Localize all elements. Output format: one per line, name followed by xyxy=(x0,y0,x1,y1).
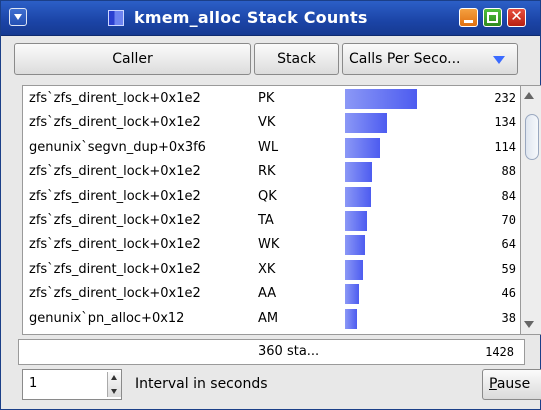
row-caller: zfs`zfs_dirent_lock+0x1e2 xyxy=(29,164,201,180)
row-count-bar xyxy=(345,113,387,134)
table-row[interactable]: zfs`zfs_dirent_lock+0x1e2 QK 84 xyxy=(23,185,520,208)
row-count-bar xyxy=(345,259,364,280)
row-count: 134 xyxy=(494,115,516,130)
total-stacks: 360 sta... xyxy=(258,344,320,359)
total-calls: 1428 xyxy=(485,345,514,359)
stack-count-list[interactable]: zfs`zfs_dirent_lock+0x1e2 PK 232 zfs`zfs_di… xyxy=(22,85,521,335)
spin-up-icon[interactable] xyxy=(111,375,117,380)
pause-mnemonic: P xyxy=(489,376,497,392)
column-header-calls-per-second[interactable]: Calls Per Seco... xyxy=(342,43,518,75)
row-caller: zfs`zfs_dirent_lock+0x1e2 xyxy=(29,188,201,204)
app-icon xyxy=(108,10,124,26)
scrollbar-thumb[interactable] xyxy=(525,114,539,160)
row-count: 232 xyxy=(494,91,516,105)
scroll-up-icon[interactable] xyxy=(524,92,534,99)
minimize-icon[interactable] xyxy=(459,8,478,27)
row-caller: zfs`zfs_dirent_lock+0x1e2 xyxy=(29,91,201,106)
row-caller: zfs`zfs_dirent_lock+0x1e2 xyxy=(29,115,201,131)
spin-buttons[interactable] xyxy=(107,372,121,397)
row-stack: PK xyxy=(258,91,275,106)
column-header-calls-label: Calls Per Seco... xyxy=(349,51,461,67)
table-row[interactable]: zfs`zfs_dirent_lock+0x1e2 TA 70 xyxy=(23,209,520,232)
row-caller: zfs`zfs_dirent_lock+0x1e2 xyxy=(29,213,201,228)
row-caller: zfs`zfs_dirent_lock+0x1e2 xyxy=(29,286,201,302)
row-count: 59 xyxy=(501,261,516,276)
table-row[interactable]: zfs`zfs_dirent_lock+0x1e2 RK 88 xyxy=(23,160,520,183)
app-window: kmem_alloc Stack Counts ✕ Caller Stack C… xyxy=(0,0,541,410)
column-header-stack[interactable]: Stack xyxy=(254,43,339,75)
row-stack: XK xyxy=(258,261,276,277)
row-caller: genunix`segvn_dup+0x3f6 xyxy=(29,139,206,155)
column-header-caller[interactable]: Caller xyxy=(14,43,251,75)
row-count-bar xyxy=(345,137,381,158)
row-count-bar xyxy=(345,284,360,305)
table-row[interactable]: zfs`zfs_dirent_lock+0x1e2 WK 64 xyxy=(23,233,520,256)
row-count-bar xyxy=(345,162,373,183)
row-count-bar xyxy=(345,235,365,256)
interval-input[interactable]: 1 xyxy=(29,376,37,391)
row-count: 88 xyxy=(501,164,516,179)
row-count-bar xyxy=(345,308,357,329)
row-count: 70 xyxy=(501,213,516,227)
maximize-icon[interactable] xyxy=(483,8,502,27)
row-count-bar xyxy=(345,89,417,109)
table-row[interactable]: zfs`zfs_dirent_lock+0x1e2 AA 46 xyxy=(23,282,520,305)
row-count: 46 xyxy=(501,286,516,301)
row-count: 84 xyxy=(501,188,516,203)
pause-button[interactable]: Pause xyxy=(482,369,541,400)
row-caller: zfs`zfs_dirent_lock+0x1e2 xyxy=(29,237,201,253)
row-stack: RK xyxy=(258,164,276,180)
row-count-bar xyxy=(345,186,372,207)
row-stack: AA xyxy=(258,286,277,302)
table-row[interactable]: genunix`pn_alloc+0x12 AM 38 xyxy=(23,307,520,330)
table-row[interactable]: zfs`zfs_dirent_lock+0x1e2 PK 232 xyxy=(23,87,520,110)
sort-descending-icon xyxy=(493,56,505,64)
table-row[interactable]: genunix`segvn_dup+0x3f6 WL 114 xyxy=(23,136,520,159)
scroll-down-icon[interactable] xyxy=(524,321,534,328)
table-row[interactable]: zfs`zfs_dirent_lock+0x1e2 XK 59 xyxy=(23,258,520,281)
vertical-scrollbar[interactable] xyxy=(521,85,541,335)
table-row[interactable]: zfs`zfs_dirent_lock+0x1e2 VK 134 xyxy=(23,111,520,134)
row-count-bar xyxy=(345,211,367,231)
row-stack: AM xyxy=(258,310,279,326)
row-stack: WL xyxy=(258,139,279,155)
row-caller: genunix`pn_alloc+0x12 xyxy=(29,310,185,326)
interval-label: Interval in seconds xyxy=(135,376,268,392)
spin-down-icon[interactable] xyxy=(111,389,117,394)
row-count: 38 xyxy=(501,310,516,325)
window-title: kmem_alloc Stack Counts xyxy=(134,8,368,27)
title-bar[interactable]: kmem_alloc Stack Counts ✕ xyxy=(1,1,540,36)
interval-spinbox[interactable]: 1 xyxy=(22,369,122,400)
row-stack: QK xyxy=(258,188,277,204)
row-count: 114 xyxy=(494,139,516,154)
row-stack: TA xyxy=(258,213,274,228)
row-count: 64 xyxy=(501,237,516,252)
close-icon[interactable]: ✕ xyxy=(507,7,526,27)
row-caller: zfs`zfs_dirent_lock+0x1e2 xyxy=(29,261,201,277)
row-stack: WK xyxy=(258,237,280,253)
chevron-down-icon[interactable] xyxy=(9,8,27,26)
row-stack: VK xyxy=(258,115,276,131)
totals-row: 360 sta... 1428 xyxy=(18,339,525,365)
pause-label: ause xyxy=(496,376,531,392)
